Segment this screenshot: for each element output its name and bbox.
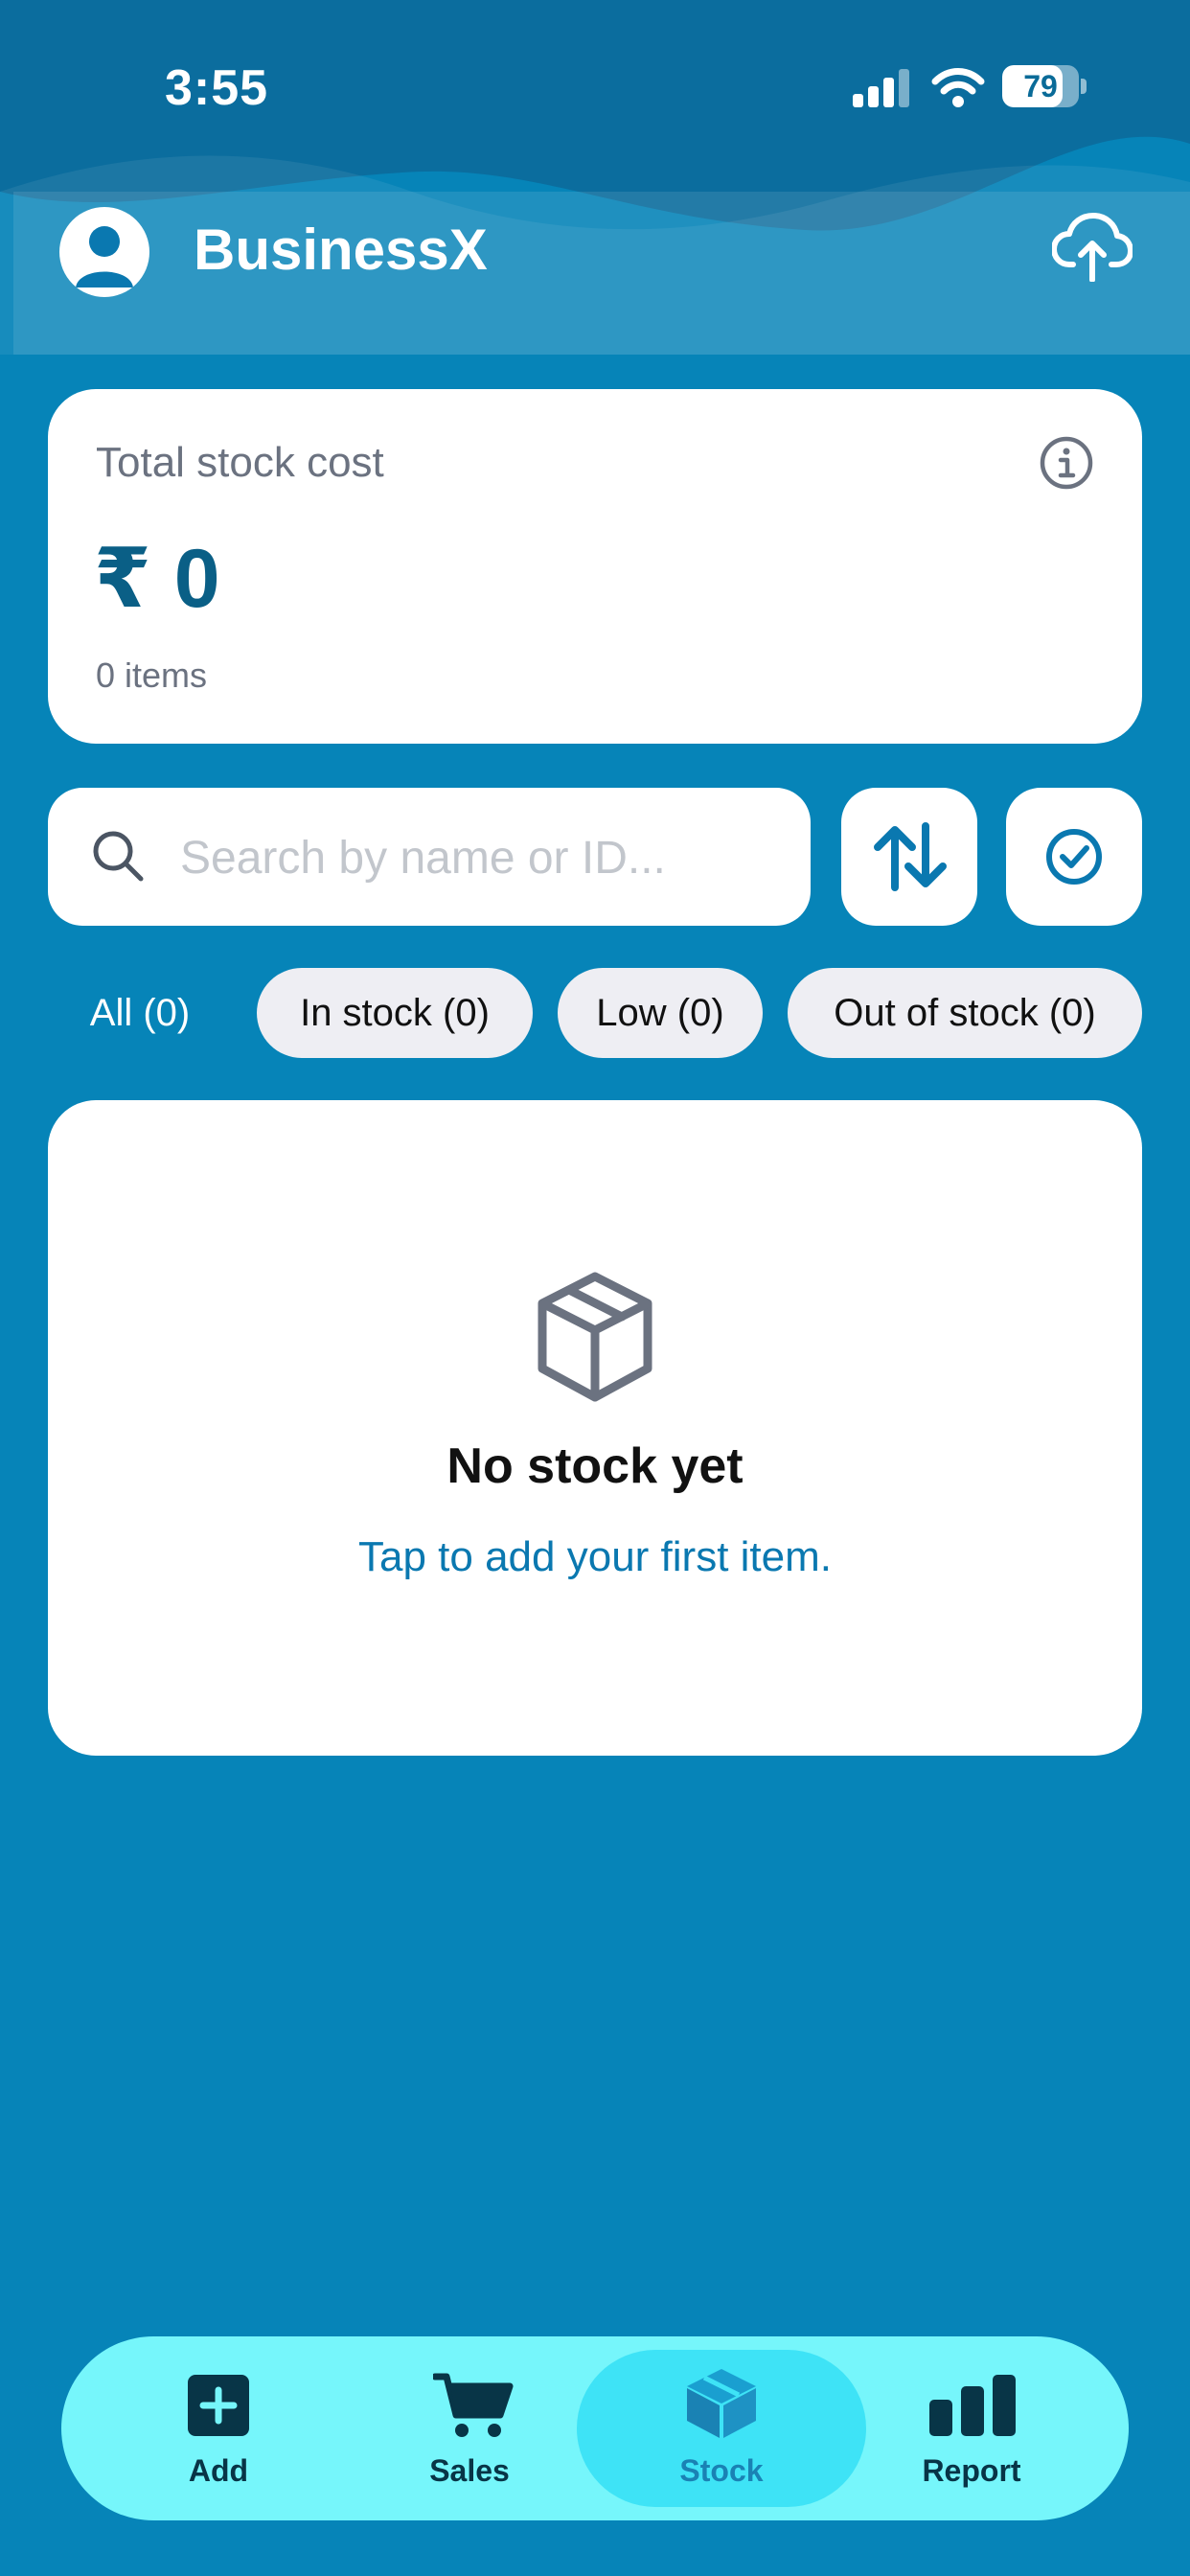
summary-label: Total stock cost [96,439,384,486]
filter-chip-out-of-stock[interactable]: Out of stock (0) [788,968,1142,1058]
filter-chip-low[interactable]: Low (0) [558,968,763,1058]
add-first-item-link[interactable]: Tap to add your first item. [48,1533,1142,1581]
bar-chart-icon [929,2375,1016,2436]
nav-tab-stock[interactable]: Stock [577,2336,866,2520]
stock-summary-card: Total stock cost ₹ 0 0 items [48,389,1142,744]
box-icon [687,2369,756,2438]
battery-percent: 79 [1023,69,1058,104]
battery-indicator: 79 [1002,65,1087,107]
filter-chip-all[interactable]: All (0) [59,968,220,1058]
summary-item-count: 0 items [96,656,208,695]
box-icon [538,1272,652,1402]
sort-arrows-icon [874,822,947,891]
nav-tab-add[interactable]: Add [103,2336,333,2520]
empty-state-card[interactable]: No stock yet Tap to add your first item. [48,1100,1142,1756]
search-icon [93,831,144,882]
check-circle-icon [1046,829,1102,885]
empty-state-title: No stock yet [446,1438,744,1494]
wifi-icon [931,68,985,107]
nav-tab-report[interactable]: Report [857,2336,1087,2520]
bottom-navigation: Add Sales Stock Report [61,2336,1129,2520]
status-time: 3:55 [165,60,269,116]
search-input[interactable] [178,816,776,899]
header-bar [13,192,1190,355]
nav-label-sales: Sales [429,2453,510,2488]
cart-icon [433,2373,514,2437]
add-icon [188,2375,249,2436]
filter-chip-in-stock[interactable]: In stock (0) [257,968,533,1058]
search-bar[interactable] [48,788,811,926]
nav-label-report: Report [922,2453,1021,2488]
nav-label-add: Add [188,2453,249,2488]
app-title: BusinessX [194,218,488,282]
select-button[interactable] [1006,788,1142,926]
cellular-signal-icon [853,69,909,107]
info-icon[interactable] [1039,435,1094,491]
nav-tab-sales[interactable]: Sales [355,2336,584,2520]
summary-amount: ₹ 0 [94,533,220,625]
cloud-upload-icon[interactable] [1052,213,1133,282]
user-avatar-icon[interactable] [59,207,149,297]
sort-button[interactable] [841,788,977,926]
nav-label-stock: Stock [679,2453,764,2488]
